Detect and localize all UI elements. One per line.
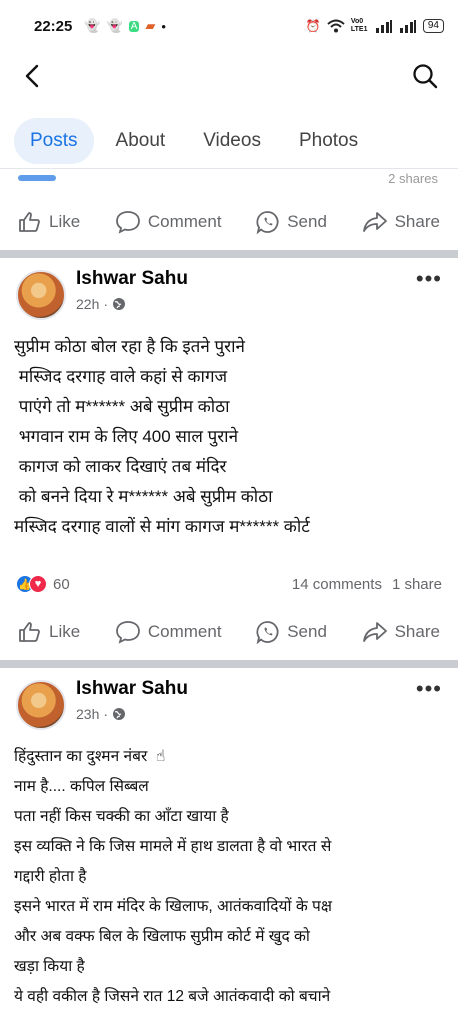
whatsapp-icon xyxy=(256,621,279,644)
arrow-back-icon[interactable] xyxy=(20,63,46,89)
snapchat-icon: 👻 xyxy=(84,18,101,33)
comment-label: Comment xyxy=(147,622,222,641)
globe-icon xyxy=(113,298,126,310)
thumbs-up-icon xyxy=(19,212,40,232)
post-meta: 22h · xyxy=(76,296,126,312)
previous-post-stats: 2 shares xyxy=(0,168,458,184)
author-name[interactable]: Ishwar Sahu xyxy=(76,268,188,290)
share-button[interactable]: Share xyxy=(362,620,440,644)
search-icon[interactable] xyxy=(412,63,438,89)
snapchat-icon: 👻 xyxy=(106,18,123,33)
volte-icon: Vo0 LTE1 xyxy=(350,18,368,33)
post-separator xyxy=(0,660,458,668)
more-options-icon[interactable]: ••• xyxy=(416,266,442,292)
whatsapp-icon xyxy=(256,211,279,234)
like-button[interactable]: Like xyxy=(18,210,80,234)
send-button[interactable]: Send xyxy=(256,210,327,234)
tab-videos[interactable]: Videos xyxy=(187,118,277,164)
avatar[interactable] xyxy=(16,270,66,320)
thumbs-up-icon xyxy=(19,622,40,642)
post-time[interactable]: 23h xyxy=(76,706,99,722)
photos-icon: ▰ xyxy=(145,18,156,33)
share-label: Share xyxy=(394,212,440,231)
status-time: 22:25 xyxy=(34,17,73,35)
post-actions: Like Comment Send Share xyxy=(0,608,458,656)
comment-button[interactable]: Comment xyxy=(115,210,222,234)
post-time[interactable]: 22h xyxy=(76,296,99,312)
globe-icon xyxy=(113,708,126,720)
tab-photos[interactable]: Photos xyxy=(283,118,374,164)
love-reaction-icon: ♥ xyxy=(29,575,47,593)
meta-separator: · xyxy=(103,296,109,312)
meta-separator: · xyxy=(103,706,109,722)
post-header: Ishwar Sahu 22h · ••• xyxy=(0,264,458,324)
tab-posts[interactable]: Posts xyxy=(14,118,94,164)
android-icon: A xyxy=(128,20,140,32)
comments-count[interactable]: 14 comments xyxy=(292,576,382,593)
share-label: Share xyxy=(394,622,440,641)
post-separator xyxy=(0,250,458,258)
comment-icon xyxy=(115,621,140,644)
dot-icon: • xyxy=(161,18,166,34)
signal-icon xyxy=(399,19,416,33)
comment-button[interactable]: Comment xyxy=(115,620,222,644)
post-stats: 👍 ♥ 60 14 comments 1 share xyxy=(0,572,458,596)
system-icons: ⏰ Vo0 LTE1 94 xyxy=(306,18,444,34)
top-nav xyxy=(0,52,458,100)
reaction-count[interactable]: 60 xyxy=(53,576,70,593)
share-icon xyxy=(362,212,387,232)
post-meta: 23h · xyxy=(76,706,126,722)
notification-icons: 👻 👻 A ▰ • xyxy=(84,18,166,34)
send-label: Send xyxy=(287,212,327,231)
post-text: हिंदुस्तान का दुश्मन नंबर ☝ नाम है.... क… xyxy=(14,748,332,1005)
send-label: Send xyxy=(287,622,327,641)
shares-count[interactable]: 2 shares xyxy=(388,171,438,184)
like-label: Like xyxy=(49,212,81,231)
post-actions: Like Comment Send Share xyxy=(0,198,458,246)
reaction-icons[interactable]: 👍 ♥ xyxy=(16,575,47,593)
share-icon xyxy=(362,622,387,642)
send-button[interactable]: Send xyxy=(256,620,327,644)
more-options-icon[interactable]: ••• xyxy=(416,676,442,702)
reaction-icons xyxy=(18,175,56,181)
tab-about[interactable]: About xyxy=(100,118,182,164)
post-text: सुप्रीम कोठा बोल रहा है कि इतने पुराने म… xyxy=(14,337,310,536)
like-button[interactable]: Like xyxy=(18,620,80,644)
post-header: Ishwar Sahu 23h · ••• xyxy=(0,674,458,734)
comment-icon xyxy=(115,211,140,234)
wifi-icon xyxy=(327,19,345,33)
status-bar: 22:25 👻 👻 A ▰ • ⏰ Vo0 LTE1 94 xyxy=(0,0,458,52)
like-label: Like xyxy=(49,622,81,641)
comment-label: Comment xyxy=(147,212,222,231)
alarm-icon: ⏰ xyxy=(305,19,321,33)
shares-count[interactable]: 1 share xyxy=(392,576,442,593)
author-name[interactable]: Ishwar Sahu xyxy=(76,678,188,700)
battery-indicator: 94 xyxy=(422,19,444,33)
share-button[interactable]: Share xyxy=(362,210,440,234)
signal-icon xyxy=(375,19,392,33)
profile-tabs: Posts About Videos Photos xyxy=(0,114,458,168)
avatar[interactable] xyxy=(16,680,66,730)
